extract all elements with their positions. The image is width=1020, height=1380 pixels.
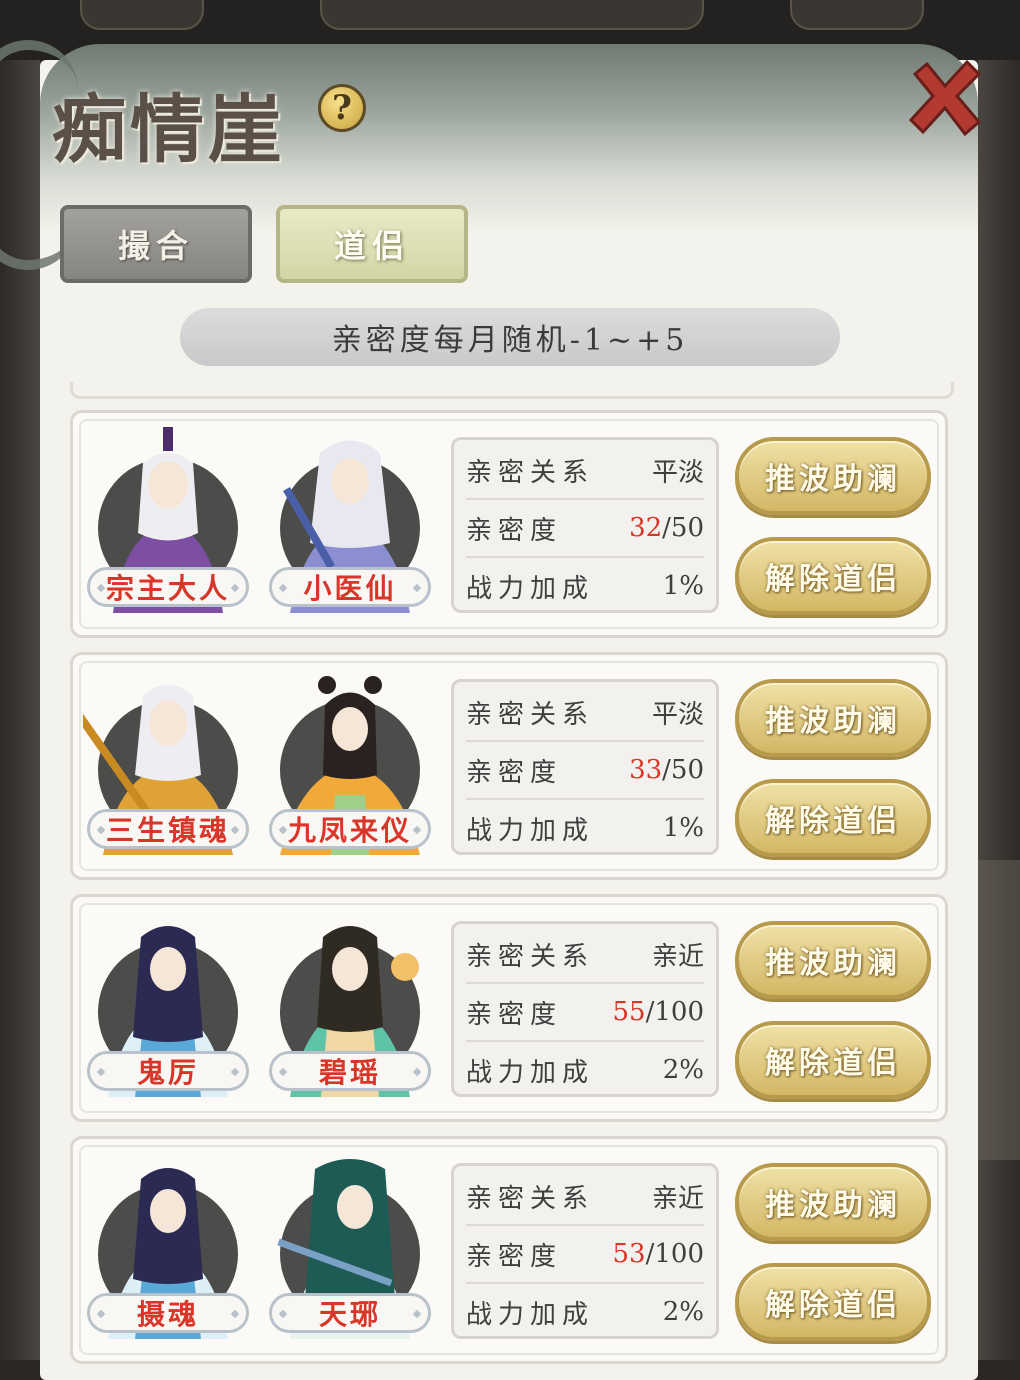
character-name: 天琊 — [269, 1293, 431, 1333]
character-name: 鬼厉 — [87, 1051, 249, 1091]
character-name: 碧瑶 — [269, 1051, 431, 1091]
dissolve-partner-button[interactable]: 解除道侣 — [735, 537, 931, 615]
stats-panel: 亲密关系 平淡 亲密度 32/50 战力加成 1% — [451, 437, 719, 613]
intimacy-row: 亲密度 33/50 — [466, 742, 704, 800]
relation-row: 亲密关系 亲近 — [466, 926, 704, 984]
character-portrait[interactable]: 九凤来仪 — [265, 665, 435, 857]
character-portrait[interactable]: 天琊 — [265, 1149, 435, 1341]
power-label: 战力加成 — [466, 573, 595, 604]
relation-value: 平淡 — [651, 699, 704, 730]
boost-button[interactable]: 推波助澜 — [735, 679, 931, 757]
stats-panel: 亲密关系 平淡 亲密度 33/50 战力加成 1% — [451, 679, 719, 855]
power-label: 战力加成 — [466, 1057, 595, 1088]
top-tab-center — [320, 0, 704, 30]
character-name: 三生镇魂 — [87, 809, 249, 849]
boost-button[interactable]: 推波助澜 — [735, 1163, 931, 1241]
character-portrait[interactable]: 小医仙 — [265, 423, 435, 615]
character-name: 小医仙 — [269, 567, 431, 607]
character-portrait[interactable]: 鬼厉 — [83, 907, 253, 1099]
intimacy-row: 亲密度 53/100 — [466, 1226, 704, 1284]
close-icon[interactable] — [905, 58, 985, 138]
partner-card: 摄魂 天琊 亲密关系 亲近 亲密度 53/100 战力加成 2% 推波助澜 解除道侣 — [70, 1136, 948, 1364]
power-row: 战力加成 2% — [466, 1284, 704, 1340]
intimacy-label: 亲密度 — [466, 1241, 563, 1272]
character-name: 宗主大人 — [87, 567, 249, 607]
intimacy-row: 亲密度 55/100 — [466, 984, 704, 1042]
relation-label: 亲密关系 — [466, 1183, 595, 1214]
relation-label: 亲密关系 — [466, 941, 595, 972]
help-icon[interactable]: ? — [318, 84, 366, 132]
power-label: 战力加成 — [466, 815, 595, 846]
boost-button[interactable]: 推波助澜 — [735, 921, 931, 999]
relation-value: 亲近 — [651, 1183, 704, 1214]
intimacy-max: /100 — [645, 1239, 704, 1269]
partner-card: 鬼厉 碧瑶 亲密关系 亲近 亲密度 55/100 战力加成 2% 推波助澜 解除道侣 — [70, 894, 948, 1122]
intimacy-label: 亲密度 — [466, 999, 563, 1030]
intimacy-row: 亲密度 32/50 — [466, 500, 704, 558]
stats-panel: 亲密关系 亲近 亲密度 55/100 战力加成 2% — [451, 921, 719, 1097]
power-row: 战力加成 2% — [466, 1042, 704, 1098]
partner-card: 宗主大人 小医仙 亲密关系 平淡 亲密度 32/50 战力加成 1% 推波助澜 解除道… — [70, 410, 948, 638]
character-portrait[interactable]: 碧瑶 — [265, 907, 435, 1099]
relation-value: 平淡 — [651, 457, 704, 488]
top-tab-left — [80, 0, 204, 30]
intimacy-value: 33 — [629, 755, 663, 785]
intimacy-label: 亲密度 — [466, 515, 563, 546]
relation-row: 亲密关系 平淡 — [466, 442, 704, 500]
intimacy-value: 32 — [629, 513, 663, 543]
relation-value: 亲近 — [651, 941, 704, 972]
page-title: 痴情崖 — [52, 87, 286, 173]
relation-label: 亲密关系 — [466, 699, 595, 730]
intimacy-max: /100 — [645, 997, 704, 1027]
list-top-edge — [70, 382, 954, 399]
power-value: 1% — [662, 813, 704, 843]
dissolve-partner-button[interactable]: 解除道侣 — [735, 779, 931, 857]
boost-button[interactable]: 推波助澜 — [735, 437, 931, 515]
background-right — [978, 60, 1020, 1360]
tab-partners[interactable]: 道侣 — [276, 205, 468, 283]
intimacy-max: /50 — [662, 513, 704, 543]
intimacy-info-bar: 亲密度每月随机-1~+5 — [180, 308, 840, 366]
dissolve-partner-button[interactable]: 解除道侣 — [735, 1021, 931, 1099]
character-portrait[interactable]: 摄魂 — [83, 1149, 253, 1341]
power-label: 战力加成 — [466, 1299, 595, 1330]
tab-matchmaking[interactable]: 撮合 — [60, 205, 252, 283]
top-tab-right — [790, 0, 924, 30]
power-value: 2% — [662, 1297, 704, 1327]
power-value: 1% — [662, 571, 704, 601]
character-name: 摄魂 — [87, 1293, 249, 1333]
intimacy-max: /50 — [662, 755, 704, 785]
relation-row: 亲密关系 平淡 — [466, 684, 704, 742]
character-name: 九凤来仪 — [269, 809, 431, 849]
relation-label: 亲密关系 — [466, 457, 595, 488]
character-portrait[interactable]: 宗主大人 — [83, 423, 253, 615]
intimacy-value: 55 — [612, 997, 646, 1027]
power-row: 战力加成 1% — [466, 800, 704, 856]
intimacy-label: 亲密度 — [466, 757, 563, 788]
relation-row: 亲密关系 亲近 — [466, 1168, 704, 1226]
dissolve-partner-button[interactable]: 解除道侣 — [735, 1263, 931, 1341]
power-row: 战力加成 1% — [466, 558, 704, 614]
power-value: 2% — [662, 1055, 704, 1085]
character-portrait[interactable]: 三生镇魂 — [83, 665, 253, 857]
intimacy-value: 53 — [612, 1239, 646, 1269]
partner-card: 三生镇魂 九凤来仪 亲密关系 平淡 亲密度 33/50 战力加成 1% 推波助澜 解除… — [70, 652, 948, 880]
stats-panel: 亲密关系 亲近 亲密度 53/100 战力加成 2% — [451, 1163, 719, 1339]
